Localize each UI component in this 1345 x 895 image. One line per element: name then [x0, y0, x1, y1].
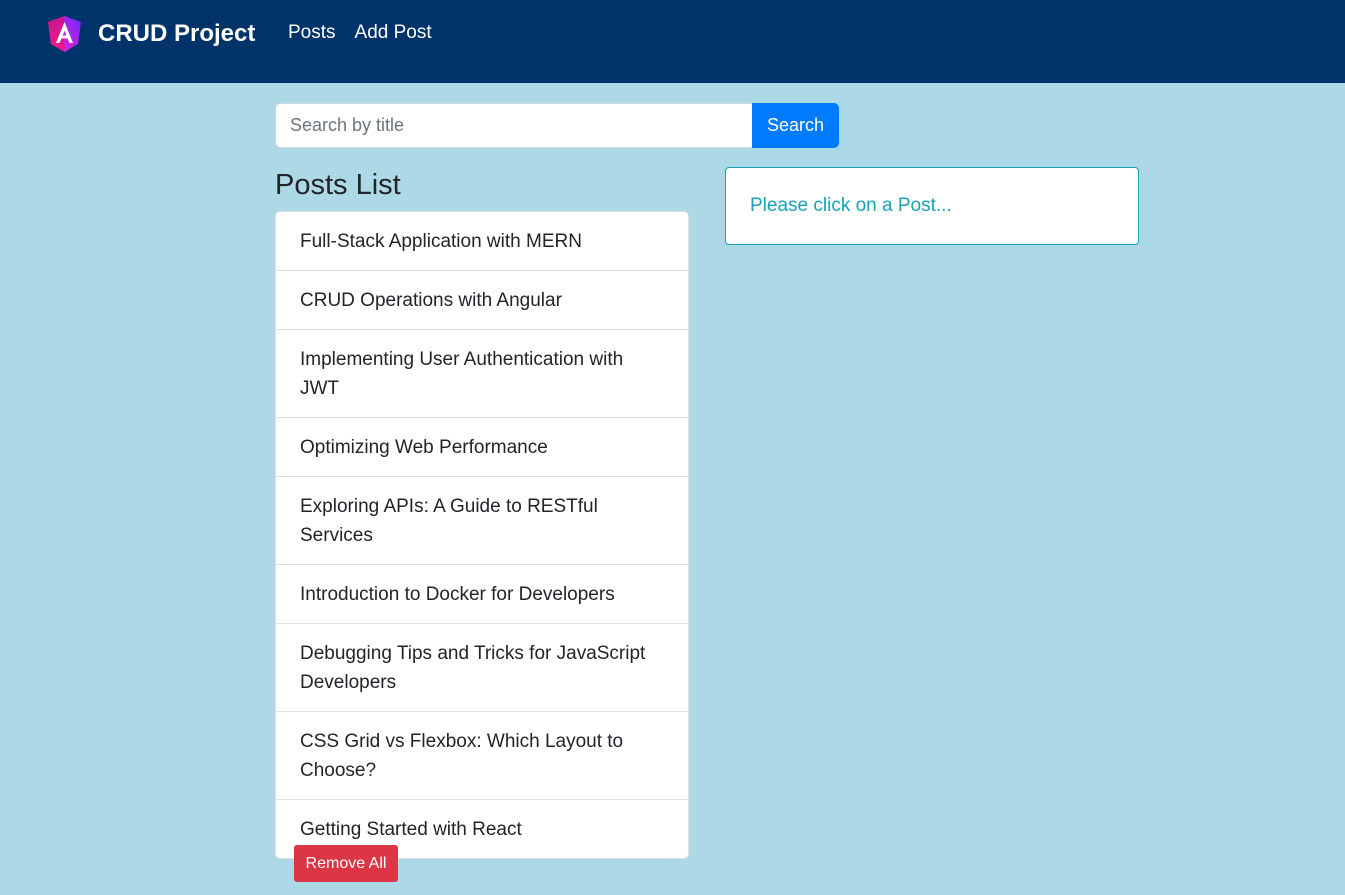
post-list-item[interactable]: CSS Grid vs Flexbox: Which Layout to Cho… — [276, 711, 688, 799]
select-post-message: Please click on a Post... — [750, 195, 952, 216]
remove-all-button[interactable]: Remove All — [294, 845, 398, 882]
post-detail-card: Please click on a Post... — [725, 167, 1139, 245]
brand-name: CRUD Project — [98, 20, 256, 47]
post-list-item[interactable]: Introduction to Docker for Developers — [276, 564, 688, 623]
posts-list-title: Posts List — [275, 169, 401, 201]
post-list-item[interactable]: CRUD Operations with Angular — [276, 270, 688, 329]
post-list-item[interactable]: Exploring APIs: A Guide to RESTful Servi… — [276, 476, 688, 564]
posts-list: Full-Stack Application with MERN CRUD Op… — [275, 211, 689, 859]
search-bar: Search — [275, 103, 839, 148]
post-list-item[interactable]: Full-Stack Application with MERN — [276, 212, 688, 270]
top-navbar: CRUD Project Posts Add Post — [0, 0, 1345, 83]
post-list-item[interactable]: Debugging Tips and Tricks for JavaScript… — [276, 623, 688, 711]
post-list-item[interactable]: Optimizing Web Performance — [276, 417, 688, 476]
search-input[interactable] — [275, 103, 752, 148]
nav-links: Posts Add Post — [288, 22, 432, 44]
search-button[interactable]: Search — [752, 103, 839, 148]
angular-logo-icon — [46, 14, 83, 54]
post-list-item[interactable]: Implementing User Authentication with JW… — [276, 329, 688, 417]
nav-link-add-post[interactable]: Add Post — [355, 22, 432, 44]
brand[interactable]: CRUD Project — [46, 14, 255, 54]
nav-link-posts[interactable]: Posts — [288, 22, 336, 44]
